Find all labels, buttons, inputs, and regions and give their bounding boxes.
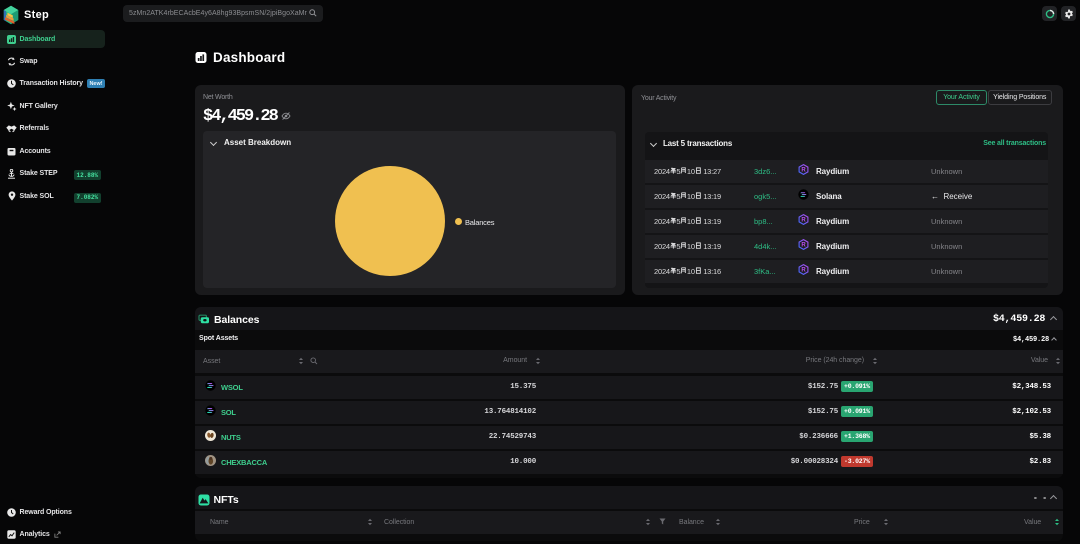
svg-text:R: R [801,268,806,274]
svg-text:R: R [801,218,806,224]
svg-text:R: R [801,243,806,249]
svg-text:R: R [801,168,806,174]
